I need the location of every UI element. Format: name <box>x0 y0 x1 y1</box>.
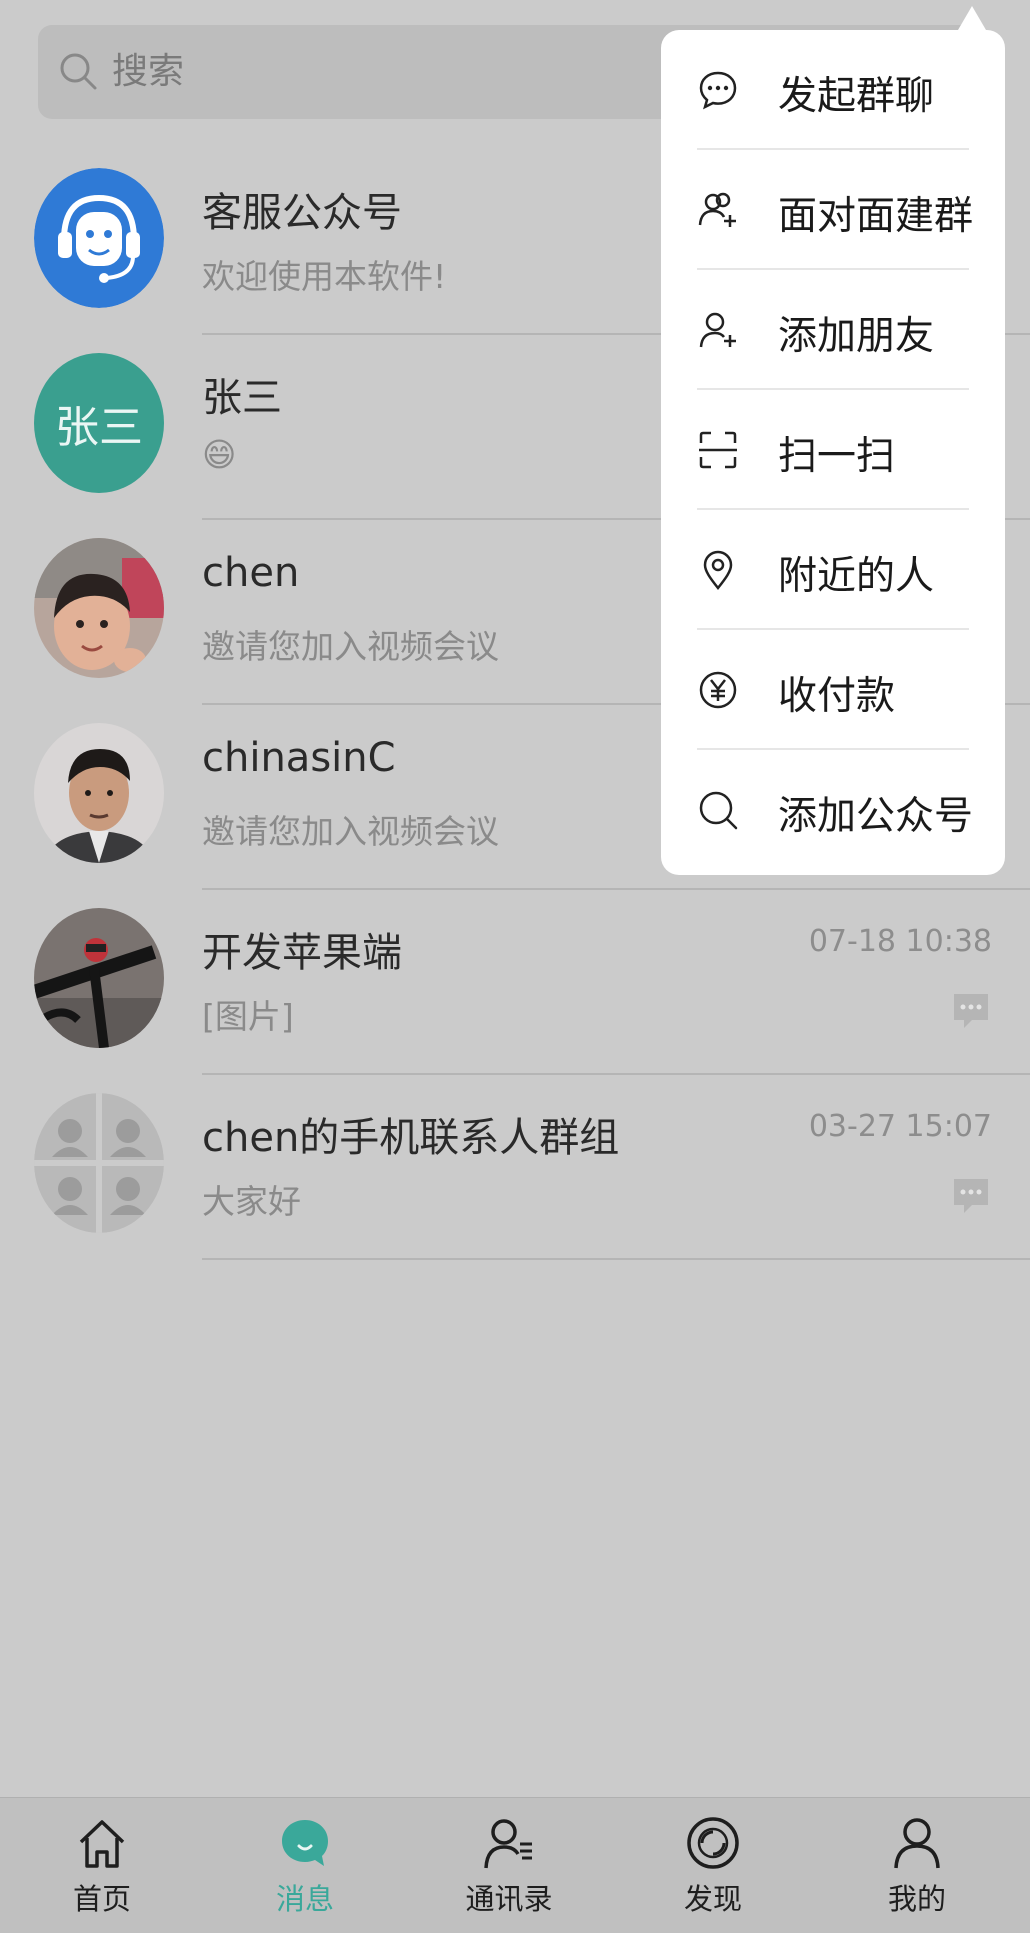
conversation-row[interactable]: chen的手机联系人群组 大家好 03-27 15:07 <box>0 1075 1030 1260</box>
nav-label: 发现 <box>683 1882 742 1916</box>
add-friend-icon <box>699 312 736 348</box>
divider <box>202 1258 1030 1260</box>
menu-item-face-to-face-group[interactable]: 面对面建群 <box>661 150 1005 270</box>
home-icon <box>79 1820 125 1868</box>
conversation-name: chen <box>202 550 300 596</box>
menu-item-label: 扫一扫 <box>778 434 896 479</box>
conversation-preview: 邀请您加入视频会议 <box>202 812 499 851</box>
conversation-preview: [图片] <box>202 997 294 1036</box>
yen-icon <box>699 671 737 709</box>
group-avatar <box>34 1093 164 1233</box>
menu-item-start-group-chat[interactable]: 发起群聊 <box>661 30 1005 150</box>
conversation-preview: 欢迎使用本软件! <box>202 257 447 296</box>
contacts-icon <box>484 1819 532 1869</box>
menu-item-payment[interactable]: 收付款 <box>661 630 1005 750</box>
nav-label: 消息 <box>275 1882 334 1916</box>
conversation-preview: 邀请您加入视频会议 <box>202 627 499 666</box>
conversation-name: chinasinC <box>202 735 396 781</box>
popup-menu: 发起群聊 面对面建群 添加朋友 扫一扫 附近的人 收付款 添加公众号 <box>661 30 1005 875</box>
group-add-icon <box>698 192 736 227</box>
menu-item-label: 面对面建群 <box>778 194 974 239</box>
menu-item-label: 添加朋友 <box>778 314 935 359</box>
profile-icon <box>894 1818 940 1869</box>
nav-item-contacts[interactable]: 通讯录 <box>439 1798 579 1933</box>
menu-item-add-official-account[interactable]: 添加公众号 <box>661 750 1005 870</box>
message-bubble-icon <box>954 994 988 1028</box>
menu-item-add-friend[interactable]: 添加朋友 <box>661 270 1005 390</box>
nav-item-home[interactable]: 首页 <box>32 1798 172 1933</box>
conversation-row[interactable]: 开发苹果端 [图片] 07-18 10:38 <box>0 890 1030 1075</box>
conversation-preview: 大家好 <box>202 1182 301 1221</box>
popup-arrow <box>958 6 986 30</box>
photo-avatar <box>34 723 164 863</box>
conversation-name: 客服公众号 <box>202 190 402 236</box>
headset-avatar <box>34 168 164 308</box>
menu-item-label: 添加公众号 <box>778 794 974 839</box>
conversation-name: chen的手机联系人群组 <box>202 1115 620 1161</box>
menu-item-label: 附近的人 <box>778 554 935 599</box>
conversation-preview: 😄 <box>202 435 237 474</box>
text-avatar: 张三 <box>34 353 164 493</box>
location-pin-icon <box>703 550 733 591</box>
search-placeholder: 搜索 <box>112 51 185 92</box>
nav-label: 我的 <box>887 1882 946 1916</box>
nav-item-messages[interactable]: 消息 <box>235 1798 375 1933</box>
menu-item-people-nearby[interactable]: 附近的人 <box>661 510 1005 630</box>
photo-avatar <box>34 538 164 678</box>
menu-item-label: 发起群聊 <box>778 74 935 119</box>
search-icon <box>60 53 97 90</box>
nav-item-discover[interactable]: 发现 <box>643 1798 783 1933</box>
message-bubble-icon <box>954 1179 988 1213</box>
discover-icon <box>687 1817 739 1869</box>
message-icon <box>282 1820 328 1866</box>
conversation-time: 07-18 10:38 <box>808 924 992 959</box>
nav-label: 首页 <box>72 1882 131 1916</box>
scan-icon <box>699 431 737 469</box>
conversation-name: 张三 <box>202 375 282 421</box>
menu-item-label: 收付款 <box>778 674 896 719</box>
conversation-name: 开发苹果端 <box>202 930 402 976</box>
photo-avatar <box>34 908 164 1048</box>
bottom-nav: 首页 消息 通讯录 发现 我的 <box>0 1797 1030 1933</box>
nav-label: 通讯录 <box>465 1882 553 1916</box>
chat-bubble-icon <box>699 71 737 110</box>
nav-item-profile[interactable]: 我的 <box>847 1798 987 1933</box>
avatar-text: 张三 <box>55 402 143 453</box>
conversation-time: 03-27 15:07 <box>808 1109 992 1144</box>
menu-item-scan[interactable]: 扫一扫 <box>661 390 1005 510</box>
search-icon <box>699 791 738 830</box>
